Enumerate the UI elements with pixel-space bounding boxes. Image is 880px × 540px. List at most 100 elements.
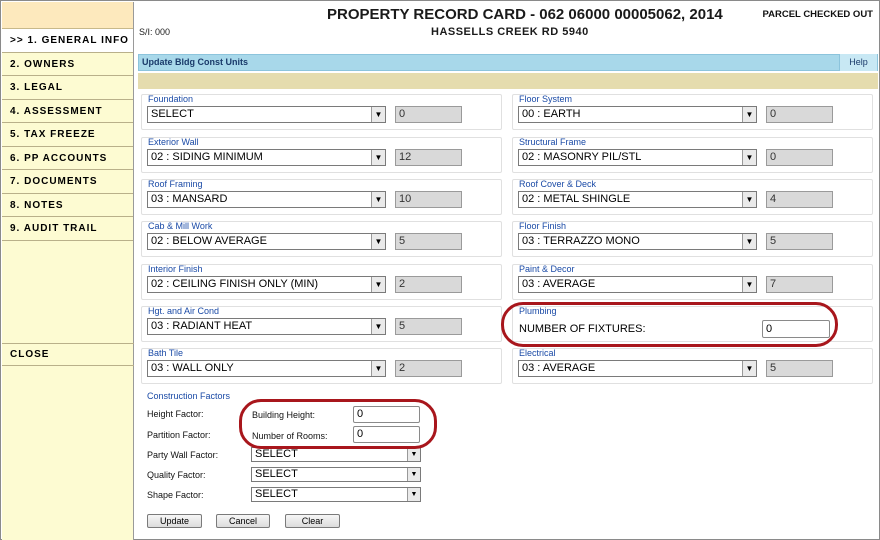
cancel-button[interactable]: Cancel	[216, 514, 270, 528]
foundation-code: 0	[395, 106, 462, 123]
exterior-wall-value: 02 : SIDING MINIMUM	[151, 151, 263, 163]
floor-system-label: Floor System	[519, 94, 573, 104]
interior-finish-label: Interior Finish	[148, 264, 203, 274]
plumbing-fixtures-input[interactable]: 0	[762, 320, 830, 338]
electrical-select[interactable]: 03 : AVERAGE ▼	[518, 360, 757, 377]
roof-framing-select[interactable]: 03 : MANSARD ▼	[147, 191, 386, 208]
sidebar-item-pp-accounts[interactable]: 6. PP ACCOUNTS	[2, 147, 133, 170]
party-wall-select[interactable]: SELECT ▼	[251, 447, 421, 462]
bath-tile-group: Bath Tile 03 : WALL ONLY ▼ 2	[141, 348, 502, 384]
chevron-down-icon: ▼	[371, 192, 385, 207]
sidebar-item-close[interactable]: CLOSE	[2, 343, 134, 366]
hgt-air-label: Hgt. and Air Cond	[148, 306, 220, 316]
foundation-label: Foundation	[148, 94, 194, 104]
quality-factor-value: SELECT	[255, 468, 298, 480]
structural-frame-code: 0	[766, 149, 833, 166]
chevron-down-icon: ▼	[371, 234, 385, 249]
sidebar-item-legal[interactable]: 3. LEGAL	[2, 76, 133, 100]
chevron-down-icon: ▼	[407, 468, 420, 481]
paint-decor-code: 7	[766, 276, 833, 293]
sidebar-item-general-info[interactable]: >> 1. GENERAL INFO	[2, 29, 133, 53]
chevron-down-icon: ▼	[742, 234, 756, 249]
roof-cover-label: Roof Cover & Deck	[519, 179, 597, 189]
floor-finish-select[interactable]: 03 : TERRAZZO MONO ▼	[518, 233, 757, 250]
chevron-down-icon: ▼	[742, 192, 756, 207]
number-of-rooms-label: Number of Rooms:	[252, 431, 328, 441]
cab-mill-label: Cab & Mill Work	[148, 221, 213, 231]
bath-tile-select[interactable]: 03 : WALL ONLY ▼	[147, 360, 386, 377]
chevron-down-icon: ▼	[407, 488, 420, 501]
floor-finish-group: Floor Finish 03 : TERRAZZO MONO ▼ 5	[512, 221, 873, 257]
chevron-down-icon: ▼	[407, 448, 420, 461]
section-header: Update Bldg Const Units Help	[138, 54, 878, 71]
floor-finish-code: 5	[766, 233, 833, 250]
clear-button[interactable]: Clear	[285, 514, 340, 528]
floor-system-value: 00 : EARTH	[522, 108, 581, 120]
roof-framing-code: 10	[395, 191, 462, 208]
section-title: Update Bldg Const Units	[142, 57, 248, 67]
exterior-wall-group: Exterior Wall 02 : SIDING MINIMUM ▼ 12	[141, 137, 502, 173]
sidebar-item-tax-freeze[interactable]: 5. TAX FREEZE	[2, 123, 133, 147]
structural-frame-select[interactable]: 02 : MASONRY PIL/STL ▼	[518, 149, 757, 166]
sidebar-item-notes[interactable]: 8. NOTES	[2, 194, 133, 217]
number-of-rooms-input[interactable]: 0	[353, 426, 420, 443]
update-button[interactable]: Update	[147, 514, 202, 528]
page-subtitle: HASSELLS CREEK RD 5940	[431, 26, 589, 38]
building-height-input[interactable]: 0	[353, 406, 420, 423]
floor-finish-label: Floor Finish	[519, 221, 567, 231]
interior-finish-select[interactable]: 02 : CEILING FINISH ONLY (MIN) ▼	[147, 276, 386, 293]
interior-finish-value: 02 : CEILING FINISH ONLY (MIN)	[151, 278, 319, 290]
paint-decor-select[interactable]: 03 : AVERAGE ▼	[518, 276, 757, 293]
construction-factors-title: Construction Factors	[147, 391, 231, 401]
bath-tile-code: 2	[395, 360, 462, 377]
roof-cover-code: 4	[766, 191, 833, 208]
chevron-down-icon: ▼	[371, 277, 385, 292]
hgt-air-select[interactable]: 03 : RADIANT HEAT ▼	[147, 318, 386, 335]
shape-factor-select[interactable]: SELECT ▼	[251, 487, 421, 502]
electrical-code: 5	[766, 360, 833, 377]
roof-cover-select[interactable]: 02 : METAL SHINGLE ▼	[518, 191, 757, 208]
foundation-value: SELECT	[151, 108, 194, 120]
help-button[interactable]: Help	[839, 54, 877, 71]
building-height-label: Building Height:	[252, 410, 316, 420]
structural-frame-value: 02 : MASONRY PIL/STL	[522, 151, 642, 163]
partition-factor-label: Partition Factor:	[147, 430, 211, 440]
quality-factor-select[interactable]: SELECT ▼	[251, 467, 421, 482]
sidebar-item-audit-trail[interactable]: 9. AUDIT TRAIL	[2, 217, 133, 241]
electrical-group: Electrical 03 : AVERAGE ▼ 5	[512, 348, 873, 384]
paint-decor-label: Paint & Decor	[519, 264, 575, 274]
chevron-down-icon: ▼	[742, 277, 756, 292]
exterior-wall-select[interactable]: 02 : SIDING MINIMUM ▼	[147, 149, 386, 166]
section-divider	[138, 73, 878, 89]
roof-framing-label: Roof Framing	[148, 179, 203, 189]
party-wall-value: SELECT	[255, 448, 298, 460]
roof-framing-group: Roof Framing 03 : MANSARD ▼ 10	[141, 179, 502, 215]
hgt-air-code: 5	[395, 318, 462, 335]
cab-mill-select[interactable]: 02 : BELOW AVERAGE ▼	[147, 233, 386, 250]
quality-factor-label: Quality Factor:	[147, 470, 206, 480]
sidebar-item-owners[interactable]: 2. OWNERS	[2, 53, 133, 76]
floor-system-group: Floor System 00 : EARTH ▼ 0	[512, 94, 873, 130]
foundation-select[interactable]: SELECT ▼	[147, 106, 386, 123]
paint-decor-value: 03 : AVERAGE	[522, 278, 596, 290]
chevron-down-icon: ▼	[371, 361, 385, 376]
cab-mill-code: 5	[395, 233, 462, 250]
sidebar-item-documents[interactable]: 7. DOCUMENTS	[2, 170, 133, 194]
floor-system-select[interactable]: 00 : EARTH ▼	[518, 106, 757, 123]
chevron-down-icon: ▼	[371, 107, 385, 122]
plumbing-group: Plumbing NUMBER OF FIXTURES: 0	[512, 306, 873, 342]
hgt-air-group: Hgt. and Air Cond 03 : RADIANT HEAT ▼ 5	[141, 306, 502, 342]
chevron-down-icon: ▼	[742, 150, 756, 165]
electrical-value: 03 : AVERAGE	[522, 362, 596, 374]
sl-indicator: S/I: 000	[139, 27, 171, 37]
structural-frame-label: Structural Frame	[519, 137, 587, 147]
sidebar-header	[2, 2, 133, 29]
bath-tile-label: Bath Tile	[148, 348, 184, 358]
roof-cover-value: 02 : METAL SHINGLE	[522, 193, 631, 205]
roof-framing-value: 03 : MANSARD	[151, 193, 228, 205]
plumbing-label: Plumbing	[519, 306, 557, 316]
sidebar-item-assessment[interactable]: 4. ASSESSMENT	[2, 100, 133, 123]
cab-mill-value: 02 : BELOW AVERAGE	[151, 235, 267, 247]
hgt-air-value: 03 : RADIANT HEAT	[151, 320, 253, 332]
page-title: PROPERTY RECORD CARD - 062 06000 0000506…	[327, 6, 723, 23]
